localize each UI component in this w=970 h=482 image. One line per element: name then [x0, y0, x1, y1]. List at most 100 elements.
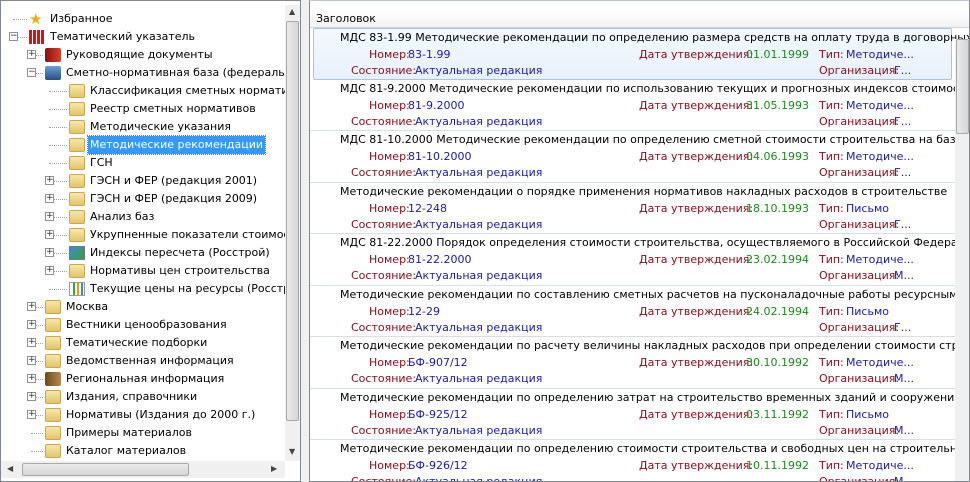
number-label: Номер: — [369, 150, 410, 163]
tree-node[interactable]: − Сметно-нормативная база (федеральная) — [1, 64, 285, 82]
folder-icon — [69, 264, 85, 278]
tree-node[interactable]: + Издания, справочники — [1, 388, 285, 406]
tree-node[interactable]: Примеры материалов — [1, 424, 285, 442]
tree-node[interactable]: ★ Избранное — [1, 10, 285, 28]
folder-icon — [69, 84, 85, 98]
expand-icon[interactable]: + — [27, 374, 36, 383]
list-item[interactable]: Методические рекомендации по расчету вел… — [310, 337, 969, 389]
expand-icon[interactable]: + — [45, 248, 54, 257]
tree-node[interactable]: + ГЭСН и ФЕР (редакция 2001) — [1, 172, 285, 190]
list-vertical-scrollbar[interactable] — [955, 39, 969, 481]
tree-node[interactable]: + Региональная информация — [1, 370, 285, 388]
expand-icon[interactable]: + — [27, 338, 36, 347]
org-label: Организация: — [819, 423, 900, 437]
tree-node[interactable]: ГСН — [1, 154, 285, 172]
tree-node[interactable]: + Москва — [1, 298, 285, 316]
expand-icon[interactable]: + — [45, 230, 54, 239]
org-value: Г... — [894, 114, 912, 128]
state-value: Актуальная редакция — [415, 475, 543, 482]
tree-line — [31, 451, 43, 452]
date-value: 01.01.1999 — [746, 48, 809, 61]
expand-icon[interactable]: + — [45, 176, 54, 185]
scroll-up-icon[interactable]: ▲ — [289, 7, 295, 16]
tree-horizontal-scrollbar[interactable]: ◀ ▶ — [1, 461, 285, 478]
tree-node[interactable]: Текущие цены на ресурсы (Росстрой) — [1, 280, 285, 298]
org-label: Организация: — [819, 217, 900, 231]
scroll-right-icon[interactable]: ▶ — [271, 464, 277, 473]
tree-node[interactable]: Методические указания — [1, 118, 285, 136]
type-label: Тип: — [819, 253, 844, 266]
date-value: 03.11.1992 — [746, 407, 809, 421]
scroll-thumb[interactable] — [22, 463, 189, 476]
date-value: 18.10.1993 — [746, 201, 809, 215]
collapse-icon[interactable]: − — [27, 68, 36, 77]
expand-icon[interactable]: + — [27, 392, 36, 401]
chart-icon — [69, 282, 85, 296]
number-value: 81-10.2000 — [408, 150, 472, 163]
scroll-left-icon[interactable]: ◀ — [7, 464, 13, 473]
document-title: МДС 81-22.2000 Порядок определения стоим… — [340, 236, 970, 249]
state-label: Состояние: — [351, 217, 417, 231]
type-label: Тип: — [819, 304, 844, 318]
list-item[interactable]: МДС 83-1.99 Методические рекомендации по… — [313, 28, 969, 80]
expand-icon[interactable]: + — [27, 302, 36, 311]
book-red-icon — [45, 48, 61, 62]
tree-node[interactable]: Реестр сметных нормативов — [1, 100, 285, 118]
column-header-title[interactable]: Заголовок — [310, 10, 969, 28]
number-label: Номер: — [369, 98, 410, 112]
panel-splitter[interactable] — [301, 0, 309, 482]
tree-node[interactable]: + Нормативы (Издания до 2000 г.) — [1, 406, 285, 424]
tree-node-label: Руководящие документы — [66, 48, 213, 61]
tree-node[interactable]: + Нормативы цен строительства — [1, 262, 285, 280]
type-value: Письмо — [846, 201, 889, 215]
org-value: М... — [894, 475, 914, 482]
tree-node[interactable]: + Ведомственная информация — [1, 352, 285, 370]
list-item[interactable]: МДС 81-9.2000 Методические рекомендации … — [310, 80, 969, 131]
expand-icon[interactable]: + — [45, 194, 54, 203]
type-value: Письмо — [846, 304, 889, 318]
folder-icon — [69, 120, 85, 134]
expand-icon[interactable]: + — [27, 50, 36, 59]
tree-node[interactable]: + Вестники ценообразования — [1, 316, 285, 334]
date-label: Дата утверждения: — [639, 253, 754, 266]
tree-node-label: ГЭСН и ФЕР (редакция 2001) — [90, 174, 258, 187]
expand-icon[interactable]: + — [27, 410, 36, 419]
state-value: Актуальная редакция — [415, 64, 543, 77]
expand-icon[interactable]: + — [45, 212, 54, 221]
tree-node[interactable]: + Тематические подборки — [1, 334, 285, 352]
tree-node[interactable]: + ГЭСН и ФЕР (редакция 2009) — [1, 190, 285, 208]
tree-node[interactable]: Каталог материалов — [1, 442, 285, 460]
expand-icon[interactable]: + — [27, 320, 36, 329]
state-label: Состояние: — [351, 114, 417, 128]
list-item[interactable]: Методические рекомендации о порядке прим… — [310, 183, 955, 234]
tree-node-label: Нормативы цен строительства — [90, 264, 270, 277]
state-value: Актуальная редакция — [415, 372, 543, 385]
tree-node[interactable]: − Тематический указатель — [1, 28, 285, 46]
collapse-icon[interactable]: − — [9, 32, 18, 41]
expand-icon[interactable]: + — [45, 266, 54, 275]
list-item[interactable]: Методические рекомендации по определению… — [310, 389, 969, 440]
list-item[interactable]: МДС 81-10.2000 Методические рекомендации… — [310, 131, 969, 183]
scroll-down-icon[interactable]: ▼ — [289, 447, 295, 456]
tree-node-label: Индексы пересчета (Росстрой) — [90, 246, 270, 259]
type-value: Методиче... — [846, 150, 914, 163]
tree-node[interactable]: + Индексы пересчета (Росстрой) — [1, 244, 285, 262]
tree-vertical-scrollbar[interactable]: ▲ ▼ — [285, 5, 300, 461]
type-value: Методиче... — [846, 253, 914, 266]
tree-node[interactable]: Классификация сметных нормативов — [1, 82, 285, 100]
tree-node[interactable]: Методические рекомендации — [1, 135, 285, 155]
expand-icon[interactable]: + — [27, 356, 36, 365]
folder-icon — [45, 408, 61, 422]
org-label: Организация: — [819, 372, 900, 385]
org-value: Г... — [894, 320, 912, 334]
scroll-thumb[interactable] — [956, 39, 969, 134]
folder-icon — [45, 390, 61, 404]
list-item[interactable]: Методические рекомендации по определению… — [310, 440, 969, 482]
tree-node[interactable]: + Руководящие документы — [1, 46, 285, 64]
scroll-thumb[interactable] — [286, 21, 299, 421]
tree-node[interactable]: + Укрупненные показатели стоимости ст — [1, 226, 285, 244]
list-item[interactable]: МДС 81-22.2000 Порядок определения стоим… — [310, 234, 969, 286]
tree-node[interactable]: + Анализ баз — [1, 208, 285, 226]
list-item[interactable]: Методические рекомендации по составлению… — [310, 286, 969, 337]
date-value: 31.05.1993 — [746, 98, 809, 112]
